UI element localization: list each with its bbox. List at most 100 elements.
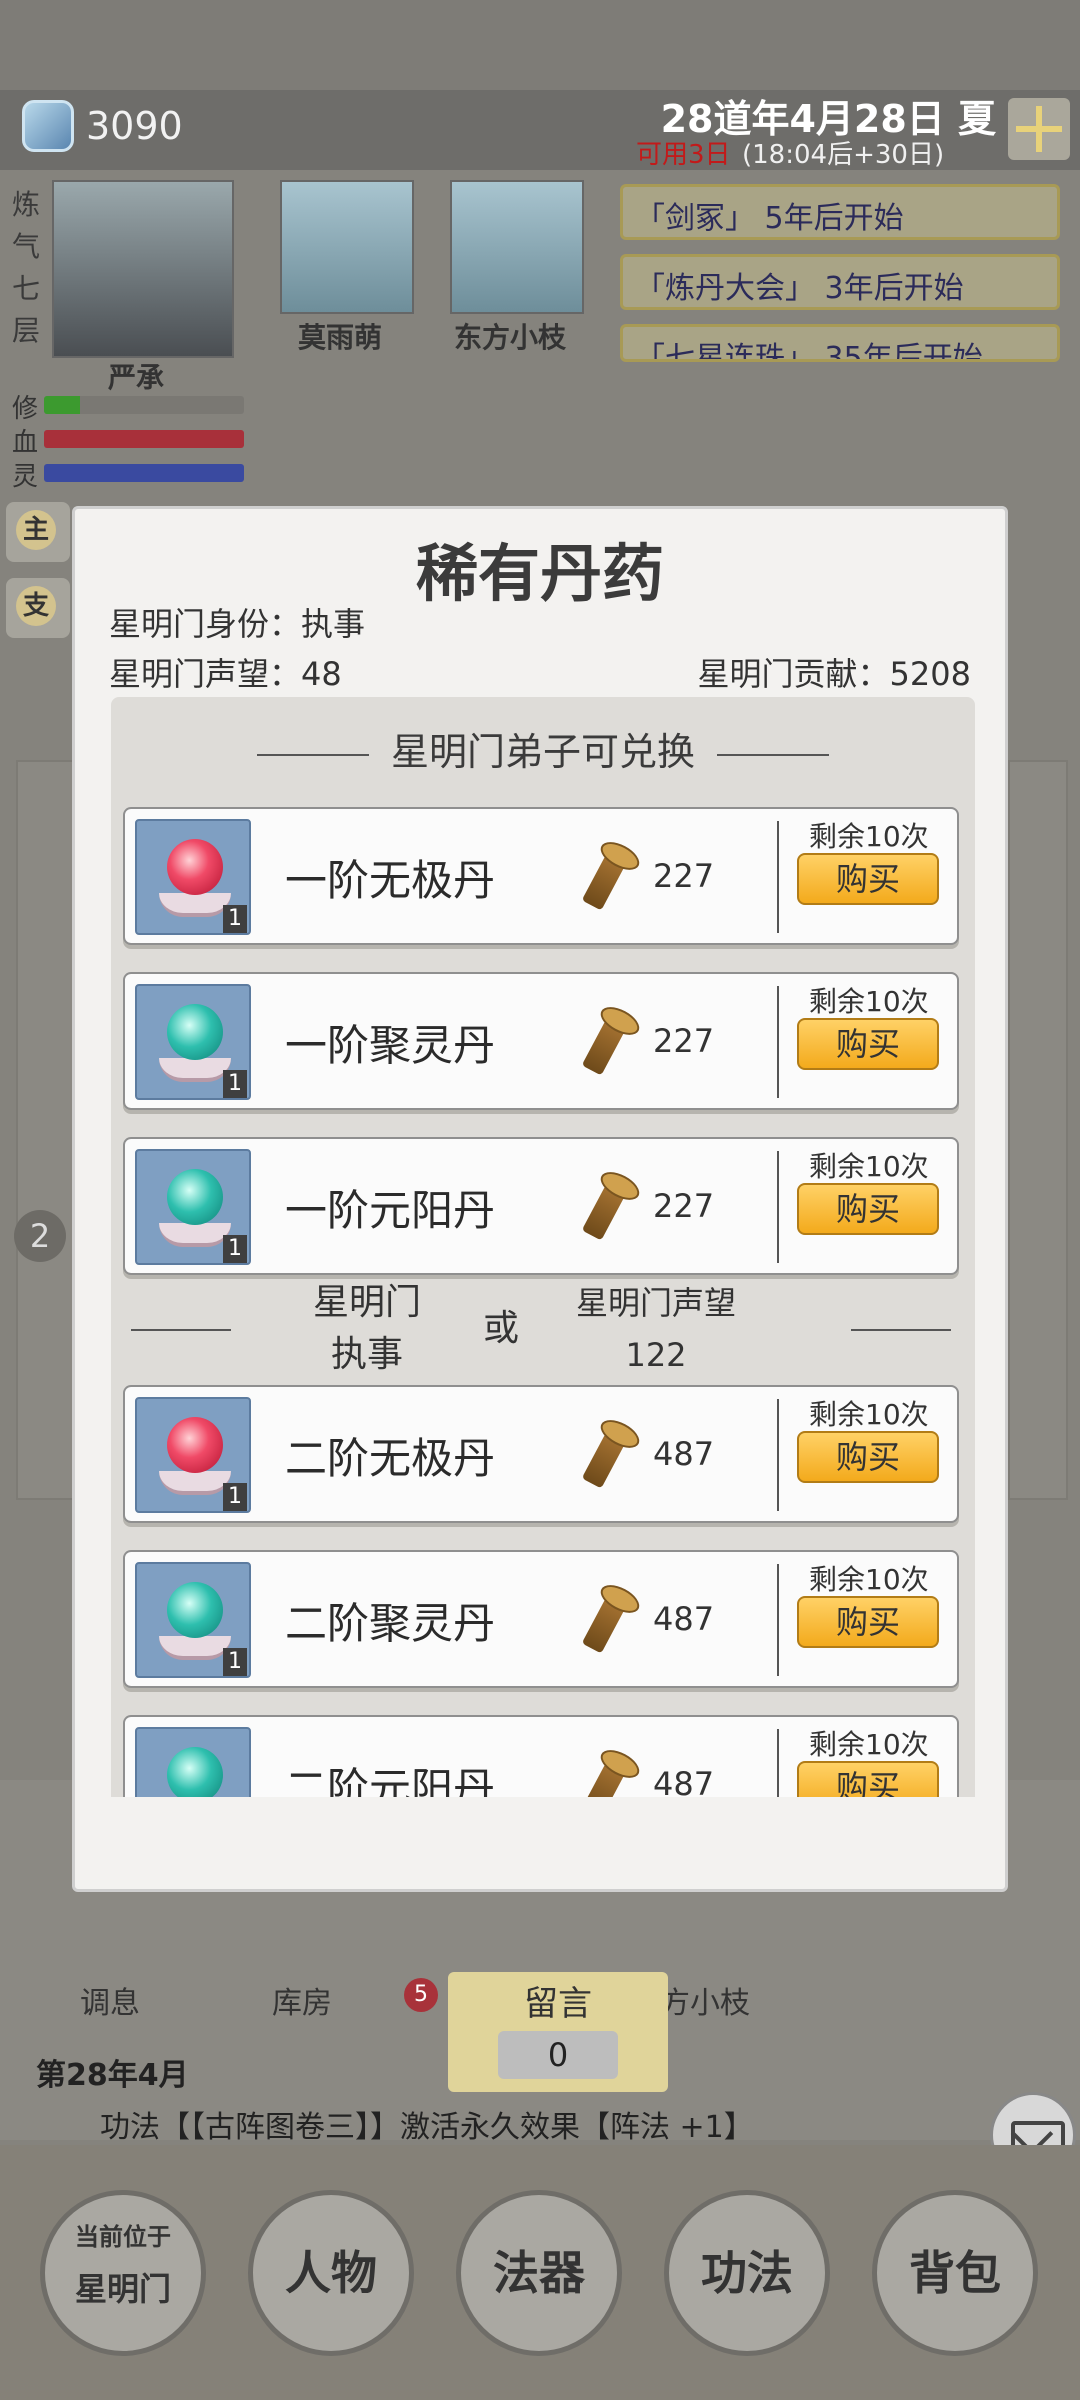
time-countdown: (18:04后+30日) [742, 140, 945, 170]
log-message: 功法【【古阵图卷三】】激活永久效果【阵法 +1】 [100, 2110, 754, 2145]
or-label: 或 [483, 1308, 520, 1349]
contribution-token-icon [581, 845, 631, 911]
pill-name: 二阶聚灵丹 [285, 1599, 496, 1648]
pill-item[interactable]: 1 一阶无极丹 227 剩余10次 购买 [123, 807, 959, 945]
card-divider [777, 1151, 779, 1263]
pill-item[interactable]: 1 一阶元阳丹 227 剩余10次 购买 [123, 1137, 959, 1275]
companion-portrait[interactable] [280, 180, 414, 314]
remaining-count: 剩余10次 [809, 820, 929, 853]
nav-backpack[interactable]: 背包 [872, 2190, 1038, 2356]
pill-list[interactable]: 星明门弟子可兑换 1 一阶无极丹 227 剩余10次 购买 1 一阶聚灵丹 22… [111, 697, 975, 1797]
card-divider [777, 1399, 779, 1511]
realm-char: 气 [12, 230, 41, 263]
pill-orb [167, 1747, 223, 1797]
message-count: 0 [498, 2031, 618, 2079]
side-quest-label: 支 [16, 586, 56, 626]
available-days: 可用3日 [636, 140, 731, 170]
section-title: 星明门弟子可兑换 [390, 730, 695, 774]
contribution-token-icon [581, 1753, 631, 1797]
side-quest-tab[interactable]: 支 [6, 578, 70, 638]
buy-button[interactable]: 购买 [797, 1596, 939, 1648]
event-item[interactable]: 「剑冢」 5年后开始 [620, 184, 1060, 240]
realm-char: 炼 [12, 188, 41, 221]
remaining-count: 剩余10次 [809, 1150, 929, 1183]
top-strip [0, 0, 1080, 90]
tier-requirement: 星明门 执事 或 星明门声望 122 [111, 1277, 975, 1387]
section-header: 星明门弟子可兑换 [111, 721, 975, 776]
event-item[interactable]: 「炼丹大会」 3年后开始 [620, 254, 1060, 310]
buy-button[interactable]: 购买 [797, 1018, 939, 1070]
pill-item[interactable]: 1 二阶元阳丹 487 剩余10次 购买 [123, 1715, 959, 1797]
card-divider [777, 1729, 779, 1797]
meditate-label[interactable]: 调息 [80, 1978, 140, 2022]
notification-badge: 5 [404, 1978, 438, 2012]
pill-name: 一阶聚灵丹 [285, 1021, 496, 1070]
main-quest-label: 主 [16, 510, 56, 550]
nav-character[interactable]: 人物 [248, 2190, 414, 2356]
item-count: 1 [223, 1070, 247, 1098]
companion-portrait[interactable] [450, 180, 584, 314]
location-button[interactable]: 当前位于 星明门 [40, 2190, 206, 2356]
pill-icon: 1 [135, 1397, 251, 1513]
health-label: 血 [12, 428, 39, 458]
map-column [1008, 760, 1068, 1500]
sect-identity: 星明门身份：执事 [109, 605, 366, 643]
pill-cost: 227 [653, 1022, 715, 1060]
add-time-button[interactable] [1008, 98, 1070, 160]
buy-button[interactable]: 购买 [797, 1183, 939, 1235]
rare-pills-dialog: 稀有丹药 星明门身份：执事 星明门声望：48 星明门贡献：5208 星明门弟子可… [72, 506, 1008, 1892]
player-name: 严承 [108, 361, 165, 394]
pill-name: 二阶元阳丹 [285, 1764, 496, 1797]
pill-orb [167, 839, 223, 895]
divider-line [131, 1329, 231, 1331]
card-divider [777, 986, 779, 1098]
location-name: 星明门 [74, 2270, 171, 2308]
bowl-shape [159, 893, 231, 917]
event-item[interactable]: 「七星连珠」 35年后开始 [620, 324, 1060, 362]
spirit-stone-icon [22, 100, 74, 152]
nav-artifacts[interactable]: 法器 [456, 2190, 622, 2356]
pill-icon: 1 [135, 1727, 251, 1797]
player-portrait[interactable] [52, 180, 234, 358]
pill-orb [167, 1169, 223, 1225]
message-board[interactable]: 留言 0 [448, 1972, 668, 2092]
companion-name: 东方小枝 [454, 321, 567, 354]
main-quest-tab[interactable]: 主 [6, 502, 70, 562]
buy-button[interactable]: 购买 [797, 853, 939, 905]
bowl-shape [159, 1058, 231, 1082]
location-small-label: 当前位于 [75, 2222, 171, 2251]
buy-button[interactable]: 购买 [797, 1761, 939, 1797]
bowl-shape [159, 1223, 231, 1247]
bowl-shape [159, 1636, 231, 1660]
storage-label[interactable]: 库房 [272, 1978, 332, 2022]
message-board-title: 留言 [524, 1984, 592, 2024]
pill-icon: 1 [135, 819, 251, 935]
contribution-token-icon [581, 1588, 631, 1654]
pill-cost: 227 [653, 857, 715, 895]
spirit-label: 灵 [12, 462, 39, 492]
pill-item[interactable]: 1 一阶聚灵丹 227 剩余10次 购买 [123, 972, 959, 1110]
nav-techniques[interactable]: 功法 [664, 2190, 830, 2356]
pill-cost: 487 [653, 1600, 715, 1638]
contribution-token-icon [581, 1423, 631, 1489]
pill-name: 二阶无极丹 [285, 1434, 496, 1483]
pill-orb [167, 1004, 223, 1060]
card-divider [777, 821, 779, 933]
cultivation-bar [44, 396, 244, 414]
floor-badge: 2 [14, 1210, 66, 1262]
pill-orb [167, 1417, 223, 1473]
buy-button[interactable]: 购买 [797, 1431, 939, 1483]
required-reputation: 星明门声望 122 [541, 1277, 771, 1381]
required-reputation-label: 星明门声望 [575, 1284, 736, 1322]
item-count: 1 [223, 905, 247, 933]
required-rank-sect: 星明门 [312, 1282, 421, 1323]
realm-char: 七 [12, 272, 41, 305]
pill-item[interactable]: 1 二阶聚灵丹 487 剩余10次 购买 [123, 1550, 959, 1688]
pill-item[interactable]: 1 二阶无极丹 487 剩余10次 购买 [123, 1385, 959, 1523]
companion-label[interactable]: 方小枝 [660, 1978, 750, 2022]
sect-reputation: 星明门声望：48 [109, 655, 342, 693]
item-count: 1 [223, 1648, 247, 1676]
health-bar [44, 430, 244, 448]
pill-name: 一阶无极丹 [285, 856, 496, 905]
realm-char: 层 [12, 314, 41, 347]
